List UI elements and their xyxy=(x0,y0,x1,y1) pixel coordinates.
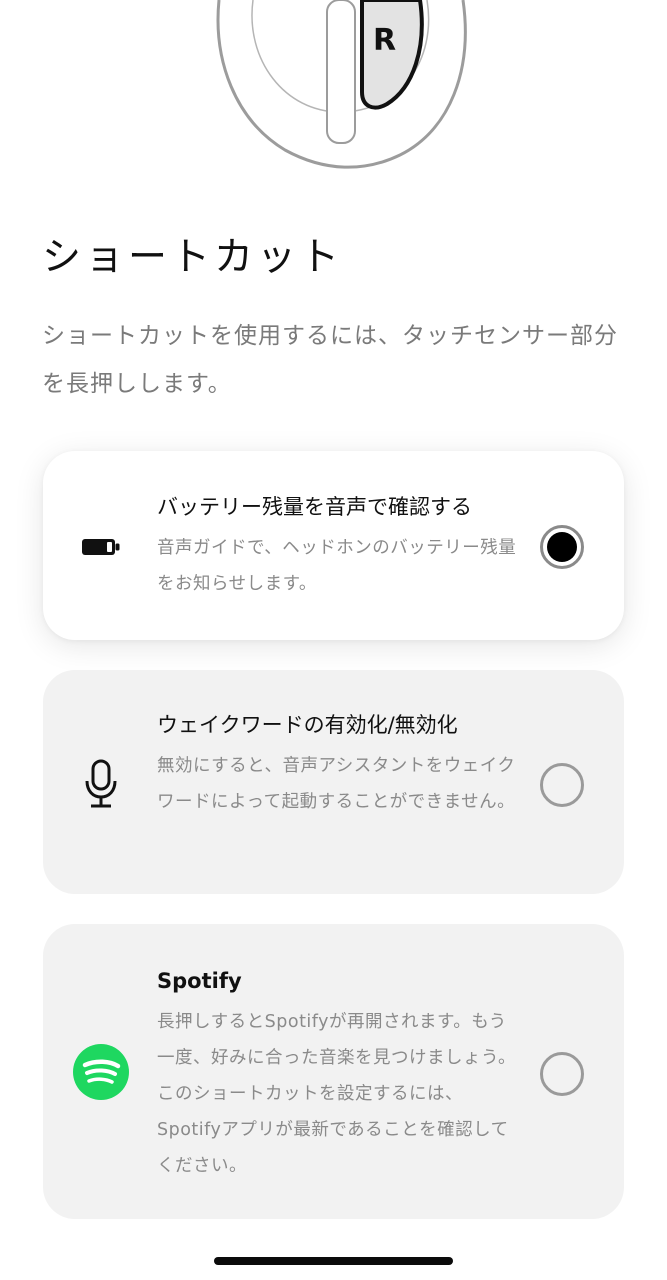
option-title: ウェイクワードの有効化/無効化 xyxy=(157,713,458,737)
page-description: ショートカットを使用するには、タッチセンサー部分を長押しします。 xyxy=(42,323,618,397)
option-description: 無効にすると、音声アシスタントをウェイクワードによって起動することができません。 xyxy=(157,756,516,812)
option-card-wake-word[interactable]: ウェイクワードの有効化/無効化 無効にすると、音声アシスタントをウェイクワードに… xyxy=(43,670,624,894)
option-card-spotify[interactable]: Spotify 長押しするとSpotifyが再開されます。もう一度、好みに合った… xyxy=(43,924,624,1219)
page-title: ショートカット xyxy=(42,235,344,280)
option-title: Spotify xyxy=(157,969,242,993)
radio-wake-word[interactable] xyxy=(540,763,584,807)
option-card-battery[interactable]: バッテリー残量を音声で確認する 音声ガイドで、ヘッドホンのバッテリー残量をお知ら… xyxy=(43,451,624,640)
earbud-illustration: R xyxy=(216,0,467,169)
radio-battery-selected[interactable] xyxy=(540,525,584,569)
option-title: バッテリー残量を音声で確認する xyxy=(157,495,472,519)
battery-icon xyxy=(71,517,131,577)
shortcut-settings-screen: R ショートカット ショートカットを使用するには、タッチセンサー部分を長押ししま… xyxy=(0,0,667,1280)
home-indicator[interactable] xyxy=(214,1257,453,1265)
earbud-side-label: R xyxy=(373,23,396,58)
option-description: 長押しするとSpotifyが再開されます。もう一度、好みに合った音楽を見つけまし… xyxy=(157,1012,516,1176)
option-description: 音声ガイドで、ヘッドホンのバッテリー残量をお知らせします。 xyxy=(157,538,517,594)
spotify-icon xyxy=(71,1042,131,1102)
radio-spotify[interactable] xyxy=(540,1052,584,1096)
microphone-icon xyxy=(71,754,131,814)
